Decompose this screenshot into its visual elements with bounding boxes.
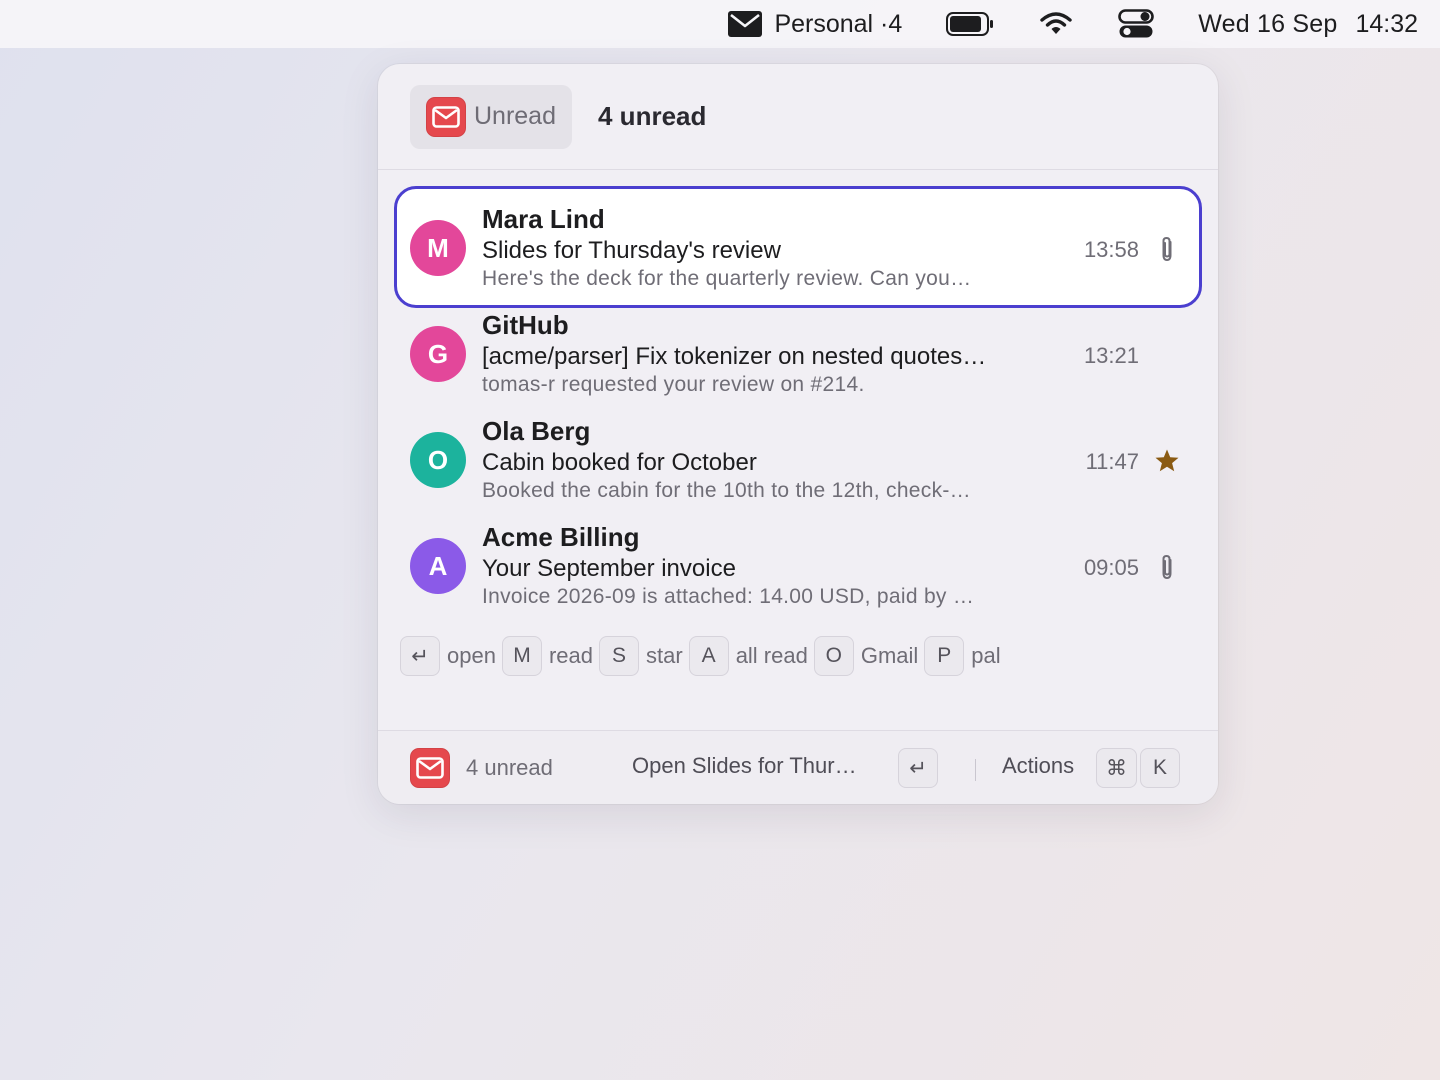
message-row[interactable]: G GitHub [acme/parser] Fix tokenizer on … — [394, 292, 1202, 414]
message-sender: GitHub — [482, 310, 569, 340]
all-read-hint-label: all read — [735, 643, 808, 668]
control-center-icon[interactable] — [1118, 0, 1155, 48]
mode-label: Unread — [474, 102, 556, 130]
message-row[interactable]: M Mara Lind Slides for Thursday's review… — [394, 186, 1202, 308]
paperclip-icon — [1154, 235, 1180, 263]
footer-unread-count: 4 unread — [466, 754, 553, 780]
message-time: 13:21 — [1083, 343, 1139, 368]
message-preview: Here's the deck for the quarterly review… — [482, 267, 972, 290]
message-subject: Cabin booked for October — [482, 449, 757, 476]
gmail-key[interactable]: O — [813, 636, 854, 676]
footer-divider — [975, 759, 976, 781]
message-time: 09:05 — [1083, 555, 1139, 580]
panel-title: 4 unread — [598, 101, 707, 131]
wifi-icon[interactable] — [1040, 0, 1072, 48]
panel-footer: 4 unread Open Slides for Thur… ↵ Actions… — [378, 730, 1218, 804]
envelope-icon — [728, 11, 763, 37]
mail-app-icon — [410, 747, 450, 788]
unread-mail-panel: Unread 4 unread M Mara Lind Slides for T… — [378, 64, 1218, 804]
command-key[interactable]: ⌘ — [1096, 748, 1137, 788]
message-subject: [acme/parser] Fix tokenizer on nested qu… — [482, 343, 987, 370]
message-time: 11:47 — [1085, 449, 1139, 474]
star-hint-label: star — [646, 643, 683, 668]
menubar-clock[interactable]: 14:32 — [1355, 0, 1418, 48]
message-preview: Booked the cabin for the 10th to the 12t… — [482, 479, 971, 502]
message-sender: Ola Berg — [482, 416, 591, 446]
message-subject: Your September invoice — [482, 555, 736, 582]
mark-read-key[interactable]: M — [501, 636, 542, 676]
message-preview: Invoice 2026-09 is attached: 14.00 USD, … — [482, 585, 975, 608]
menubar-mail-label: Personal ·4 — [774, 9, 903, 38]
open-hint-label: open — [447, 643, 496, 668]
avatar: A — [410, 538, 466, 594]
pal-hint-label: pal — [971, 643, 1001, 668]
star-key[interactable]: S — [599, 636, 639, 676]
avatar: O — [410, 432, 466, 488]
menubar-mail-status[interactable]: Personal ·4 — [728, 0, 902, 48]
shortcut-hints: ↵ open M read S star A all read O Gmail … — [400, 636, 1007, 676]
menubar-date[interactable]: Wed 16 Sep — [1198, 0, 1337, 48]
message-sender: Mara Lind — [482, 204, 605, 234]
message-row[interactable]: O Ola Berg Cabin booked for October Book… — [394, 398, 1202, 520]
actions-button[interactable]: Actions — [1002, 753, 1074, 779]
message-sender: Acme Billing — [482, 522, 640, 552]
pal-key[interactable]: P — [924, 636, 965, 676]
avatar: G — [410, 326, 466, 382]
k-key[interactable]: K — [1140, 748, 1180, 788]
enter-key[interactable]: ↵ — [898, 748, 938, 788]
star-icon[interactable] — [1154, 447, 1180, 475]
menu-bar: Personal ·4 Wed 16 Sep 14:32 — [0, 0, 1440, 48]
mode-selector[interactable]: Unread — [410, 84, 572, 149]
mail-app-icon — [426, 96, 466, 137]
message-time: 13:58 — [1083, 237, 1139, 262]
mark-read-hint-label: read — [548, 643, 593, 668]
message-subject: Slides for Thursday's review — [482, 237, 781, 264]
paperclip-icon — [1154, 553, 1180, 581]
gmail-hint-label: Gmail — [860, 643, 919, 668]
battery-icon[interactable] — [946, 0, 994, 48]
message-row[interactable]: A Acme Billing Your September invoice In… — [394, 504, 1202, 626]
open-key[interactable]: ↵ — [400, 636, 440, 676]
panel-header: Unread 4 unread — [378, 64, 1218, 170]
avatar: M — [410, 220, 466, 276]
message-list: M Mara Lind Slides for Thursday's review… — [394, 186, 1202, 610]
all-read-key[interactable]: A — [688, 636, 729, 676]
primary-action-button[interactable]: Open Slides for Thur… — [632, 753, 857, 779]
message-preview: tomas-r requested your review on #214. — [482, 373, 865, 396]
